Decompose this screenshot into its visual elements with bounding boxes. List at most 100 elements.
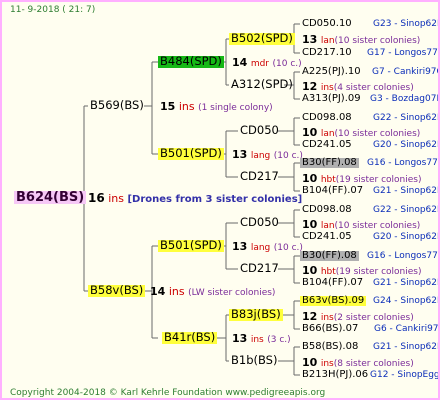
a1-mating-station: mdr: [250, 59, 269, 69]
sire-mating-count: 14: [150, 285, 166, 298]
b1-mating-info: 13 lang (10 c.): [232, 241, 303, 253]
leaf-location: G21 - Sinop62R: [373, 342, 440, 352]
leaf-name[interactable]: B213H(PJ).06: [302, 370, 368, 380]
copyright-footer[interactable]: Copyright 2004-2018 © Karl Kehrle Founda…: [10, 389, 325, 398]
leaf-location: G24 - Sinop62R: [373, 296, 440, 306]
leaf-location: G16 - Longos77R: [367, 158, 440, 168]
dam-mating-count: 15: [160, 100, 176, 113]
a1b-mating-station: ins: [320, 83, 334, 93]
leaf-location: G6 - Cankiri97Q: [374, 324, 440, 334]
a2a-node-label[interactable]: CD050: [238, 124, 281, 137]
leaf-name[interactable]: B104(FF).07: [302, 278, 363, 288]
b2b-mating-count: 10: [302, 356, 318, 369]
a1-node-label[interactable]: B484(SPD): [158, 55, 224, 68]
b2-drone-origin: (3 c.): [267, 335, 291, 345]
a1b-node-label[interactable]: A312(SPD): [229, 78, 295, 91]
b1-mating-count: 13: [232, 240, 248, 253]
b2a-node-label[interactable]: B83j(BS): [229, 308, 283, 321]
a2b-mating-count: 10: [302, 172, 318, 185]
leaf-location: G16 - Longos77R: [367, 251, 440, 261]
a1a-node-label[interactable]: B502(SPD): [229, 32, 295, 45]
leaf-name[interactable]: B30(FF).08: [300, 158, 359, 168]
dam-mating-station: ins: [178, 100, 195, 113]
a1b-mating-count: 12: [302, 80, 318, 93]
b1-drone-origin: (10 c.): [273, 243, 303, 253]
b2-mating-station: ins: [250, 335, 264, 345]
leaf-location: G12 - SinopEgg86R: [370, 370, 440, 380]
a1-mating-count: 14: [232, 56, 248, 69]
leaf-name[interactable]: CD098.08: [302, 205, 352, 215]
a2b-mating-info: 10 hbt(19 sister colonies): [302, 173, 422, 185]
sire-drone-origin: (LW sister colonies): [188, 288, 276, 298]
b1b-mating-info: 10 hbt(19 sister colonies): [302, 265, 422, 277]
b1a-mating-info: 10 lan(10 sister colonies): [302, 219, 420, 231]
b1a-drone-origin: (10 sister colonies): [334, 221, 421, 231]
b1-mating-station: lang: [250, 243, 271, 253]
b2-mating-count: 13: [232, 332, 248, 345]
b1b-node-label[interactable]: CD217: [238, 262, 281, 275]
b2b-drone-origin: (8 sister colonies): [333, 359, 414, 369]
b2-mating-info: 13 ins (3 c.): [232, 333, 291, 345]
a1b-drone-origin: (4 sister colonies): [333, 83, 414, 93]
leaf-name[interactable]: CD241.05: [302, 232, 352, 242]
leaf-location: G23 - Sinop62R: [373, 19, 440, 29]
a1a-mating-info: 13 lan(10 sister colonies): [302, 34, 420, 46]
leaf-name[interactable]: B30(FF).08: [300, 251, 359, 261]
leaf-name[interactable]: A225(PJ).10: [302, 67, 361, 77]
leaf-location: G3 - Bozdag07R: [370, 94, 440, 104]
b2a-drone-origin: (2 sister colonies): [333, 313, 414, 323]
a2-node-label[interactable]: B501(SPD): [158, 147, 224, 160]
leaf-name[interactable]: B58(BS).08: [302, 342, 358, 352]
dam-drone-origin: (1 single colony): [198, 103, 273, 113]
a2a-mating-station: lan: [320, 129, 335, 139]
leaf-location: G21 - Sinop62R: [373, 186, 440, 196]
root-queen-label[interactable]: B624(BS): [14, 191, 87, 204]
a2b-drone-origin: (19 sister colonies): [335, 175, 422, 185]
b2a-mating-station: ins: [320, 313, 334, 323]
a1a-drone-origin: (10 sister colonies): [334, 36, 421, 46]
b1a-node-label[interactable]: CD050: [238, 216, 281, 229]
b2b-node-label[interactable]: B1b(BS): [229, 354, 279, 367]
a2-mating-count: 13: [232, 148, 248, 161]
b2b-mating-info: 10 ins(8 sister colonies): [302, 357, 414, 369]
leaf-name[interactable]: A313(PJ).09: [302, 94, 361, 104]
leaf-name[interactable]: CD217.10: [302, 48, 352, 58]
a2-mating-info: 13 lang (10 c.): [232, 149, 303, 161]
a2b-node-label[interactable]: CD217: [238, 170, 281, 183]
sire-mating-station: ins: [168, 285, 185, 298]
leaf-location: G22 - Sinop62R: [373, 113, 440, 123]
dam-mating-info: 15 ins (1 single colony): [160, 101, 273, 113]
dam-node-label[interactable]: B569(BS): [88, 99, 146, 112]
a1b-mating-info: 12 ins(4 sister colonies): [302, 81, 414, 93]
root-mating-count: 16: [88, 191, 105, 205]
leaf-name[interactable]: B63v(BS).09: [300, 296, 367, 306]
b1a-mating-count: 10: [302, 218, 318, 231]
root-mating-info: 16 ins [Drones from 3 sister colonies]: [88, 192, 302, 205]
leaf-name[interactable]: B104(FF).07: [302, 186, 363, 196]
pedigree-chart: 11- 9-2018 ( 21: 7) B624(BS) 16 ins [Dro…: [0, 0, 440, 400]
print-date: 11- 9-2018 ( 21: 7): [10, 5, 96, 15]
b1-node-label[interactable]: B501(SPD): [158, 239, 224, 252]
leaf-location: G20 - Sinop62R: [373, 232, 440, 242]
b1a-mating-station: lan: [320, 221, 335, 231]
leaf-name[interactable]: CD050.10: [302, 19, 352, 29]
sire-node-label[interactable]: B58v(BS): [88, 284, 146, 297]
leaf-location: G22 - Sinop62R: [373, 205, 440, 215]
root-mating-station: ins: [108, 192, 124, 205]
b2-node-label[interactable]: B41r(BS): [162, 331, 218, 344]
sire-mating-info: 14 ins (LW sister colonies): [150, 286, 275, 298]
a2-mating-station: lang: [250, 151, 271, 161]
a2-drone-origin: (10 c.): [273, 151, 303, 161]
leaf-name[interactable]: CD098.08: [302, 113, 352, 123]
a2a-drone-origin: (10 sister colonies): [334, 129, 421, 139]
b1b-mating-station: hbt: [320, 267, 336, 277]
root-drone-origin: [Drones from 3 sister colonies]: [127, 194, 303, 205]
leaf-location: G20 - Sinop62R: [373, 140, 440, 150]
leaf-name[interactable]: CD241.05: [302, 140, 352, 150]
leaf-name[interactable]: B66(BS).07: [302, 324, 358, 334]
b1b-mating-count: 10: [302, 264, 318, 277]
a2a-mating-count: 10: [302, 126, 318, 139]
a1a-mating-count: 13: [302, 33, 318, 46]
a1-drone-origin: (10 c.): [272, 59, 302, 69]
a1a-mating-station: lan: [320, 36, 335, 46]
